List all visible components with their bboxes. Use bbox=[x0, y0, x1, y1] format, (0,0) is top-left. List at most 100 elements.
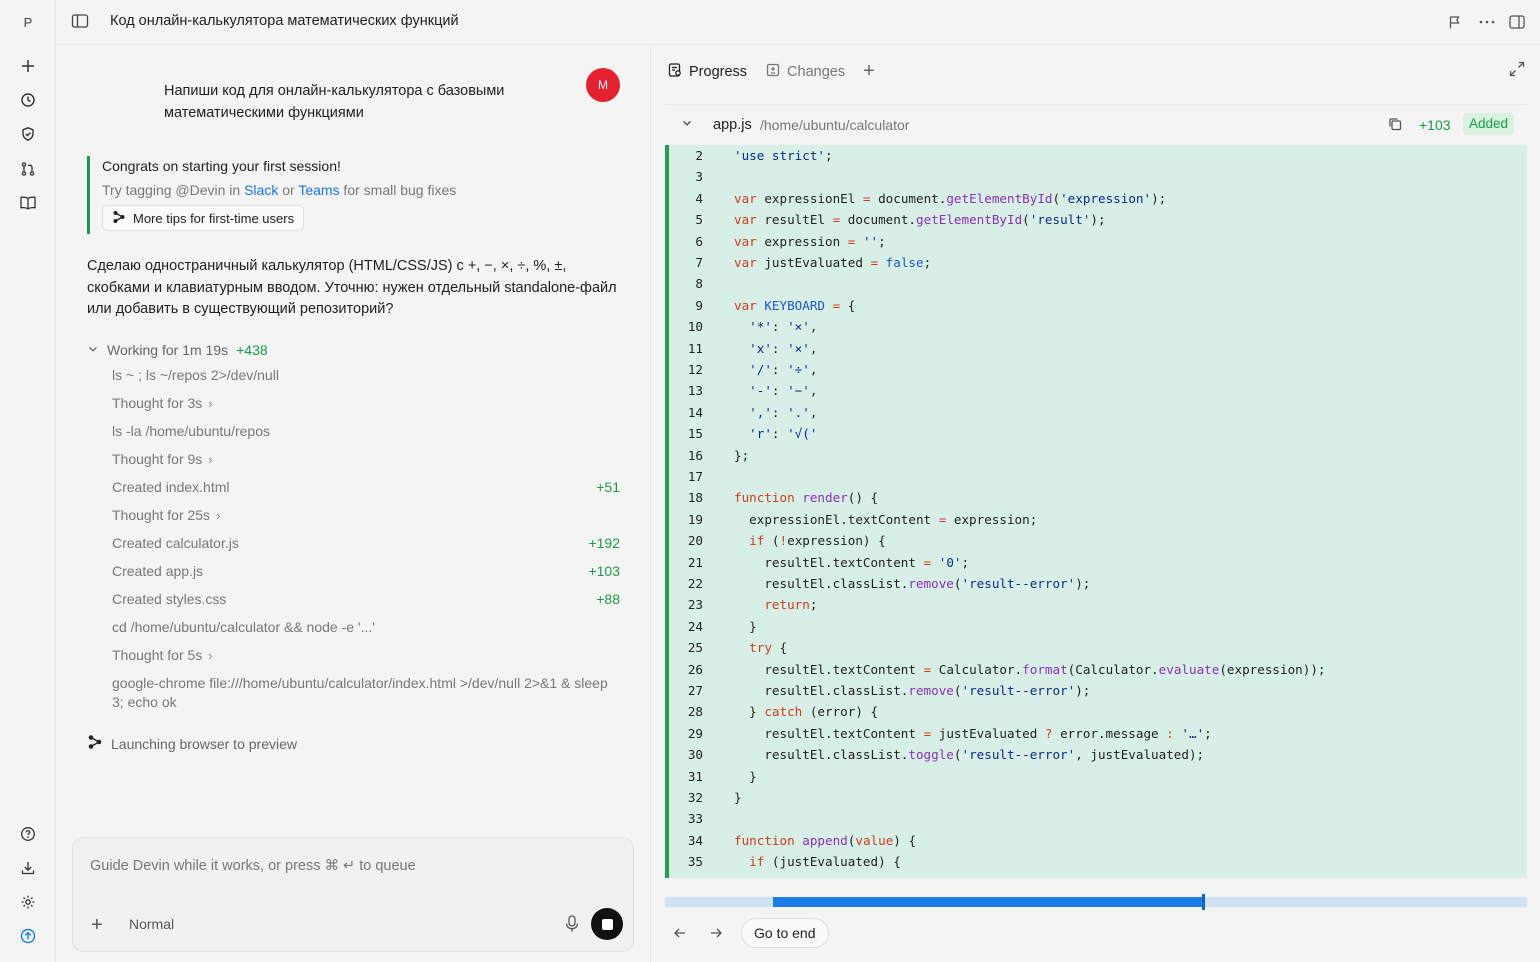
step-label: ls -la /home/ubuntu/repos bbox=[112, 423, 270, 439]
composer-input[interactable]: Guide Devin while it works, or press ⌘ ↵… bbox=[90, 858, 416, 874]
copy-icon[interactable] bbox=[1387, 116, 1405, 134]
code-text: var justEvaluated = false; bbox=[734, 255, 932, 270]
microphone-icon[interactable] bbox=[564, 914, 582, 936]
line-number: 5 bbox=[695, 212, 703, 228]
arrow-right-icon[interactable] bbox=[705, 922, 727, 944]
timeline-nav: Go to end bbox=[669, 918, 829, 948]
code-line: 8 bbox=[669, 273, 1527, 294]
code-line: 5 var resultEl = document.getElementById(… bbox=[669, 209, 1527, 230]
launching-label: Launching browser to preview bbox=[111, 735, 297, 752]
code-text: resultEl.textContent = justEvaluated ? e… bbox=[734, 725, 1212, 741]
clock-icon[interactable] bbox=[16, 88, 40, 112]
line-number: 20 bbox=[687, 533, 703, 549]
chevron-down-icon[interactable] bbox=[681, 117, 693, 132]
line-number: 15 bbox=[687, 426, 703, 442]
code-line: 21 resultEl.textContent = '0'; bbox=[669, 552, 1527, 573]
flag-icon[interactable] bbox=[1444, 11, 1466, 33]
agent-message: Сделаю одностраничный калькулятор (HTML/… bbox=[87, 258, 617, 317]
file-name: app.js bbox=[713, 117, 752, 133]
tab-progress[interactable]: Progress bbox=[667, 62, 747, 82]
step-label: Created app.js bbox=[112, 563, 204, 579]
add-tab-icon[interactable]: + bbox=[863, 60, 875, 83]
step-label: Created calculator.js bbox=[112, 535, 239, 551]
devin-logo-icon bbox=[87, 734, 103, 753]
code-text: return; bbox=[764, 597, 818, 613]
download-icon[interactable] bbox=[16, 856, 40, 880]
line-number: 13 bbox=[687, 383, 703, 399]
step-item: cd /home/ubuntu/calculator && node -e '.… bbox=[112, 618, 622, 637]
message-composer[interactable]: Guide Devin while it works, or press ⌘ ↵… bbox=[72, 837, 634, 952]
step-item[interactable]: Thought for 25s › bbox=[112, 506, 622, 525]
step-item: google-chrome file:///home/ubuntu/calcul… bbox=[112, 674, 622, 712]
code-line: 18 function render() { bbox=[669, 487, 1527, 508]
step-item: Created index.html +51 bbox=[112, 478, 622, 497]
attach-plus-icon[interactable]: + bbox=[91, 914, 103, 937]
code-text: try { bbox=[749, 640, 788, 656]
code-line: 25 try { bbox=[669, 637, 1527, 658]
step-item: ls ~ ; ls ~/repos 2>/dev/null bbox=[112, 366, 622, 385]
line-number: 2 bbox=[695, 148, 703, 163]
step-item: Created calculator.js +192 bbox=[112, 534, 622, 553]
step-item[interactable]: Thought for 3s › bbox=[112, 394, 622, 413]
teams-link[interactable]: Teams bbox=[298, 182, 339, 198]
code-text: '-': '−', bbox=[749, 383, 818, 399]
step-label: Thought for 5s bbox=[112, 647, 203, 663]
step-label: google-chrome file:///home/ubuntu/calcul… bbox=[112, 675, 608, 710]
gear-icon[interactable] bbox=[16, 890, 40, 914]
more-tips-button[interactable]: More tips for first-time users bbox=[102, 205, 305, 231]
help-icon[interactable] bbox=[16, 822, 40, 846]
arrow-left-icon[interactable] bbox=[669, 922, 691, 944]
tip-suffix: for small bug fixes bbox=[339, 182, 457, 198]
progress-icon bbox=[667, 62, 683, 82]
step-additions: +51 bbox=[596, 479, 620, 495]
tab-changes[interactable]: Changes bbox=[765, 62, 845, 82]
line-number: 19 bbox=[687, 511, 703, 527]
panel-tabs: Progress Changes + bbox=[667, 60, 875, 83]
code-text: var resultEl = document.getElementById('… bbox=[734, 212, 1106, 228]
stop-button[interactable] bbox=[591, 908, 623, 940]
avatar: M bbox=[586, 68, 620, 102]
line-number: 34 bbox=[687, 832, 703, 848]
step-item[interactable]: Thought for 9s › bbox=[112, 450, 622, 469]
line-number: 17 bbox=[687, 469, 703, 484]
panel-toggle-icon[interactable] bbox=[1506, 11, 1528, 33]
expand-icon[interactable] bbox=[1508, 60, 1526, 78]
line-number: 24 bbox=[687, 618, 703, 634]
code-line: 4 var expressionEl = document.getElementB… bbox=[669, 188, 1527, 209]
plus-icon[interactable] bbox=[16, 54, 40, 78]
code-line: 10 '*': '×', bbox=[669, 316, 1527, 337]
code-line: 34 function append(value) { bbox=[669, 830, 1527, 851]
icon-rail: P bbox=[0, 0, 56, 962]
changes-icon bbox=[765, 62, 781, 82]
timeline-scrubber[interactable] bbox=[665, 894, 1527, 910]
file-header[interactable]: app.js /home/ubuntu/calculator +103 Adde… bbox=[665, 104, 1527, 144]
code-text: '*': '×', bbox=[749, 319, 818, 335]
working-toggle[interactable]: Working for 1m 19s +438 bbox=[87, 342, 268, 358]
tip-box: Congrats on starting your first session!… bbox=[87, 156, 507, 234]
workspace-switcher[interactable]: P bbox=[16, 10, 40, 34]
line-number: 18 bbox=[687, 490, 703, 506]
chevron-down-icon bbox=[87, 342, 99, 358]
mode-selector[interactable]: Normal bbox=[129, 916, 174, 932]
code-line: 30 resultEl.classList.toggle('result--er… bbox=[669, 744, 1527, 765]
code-text: var KEYBOARD = { bbox=[734, 297, 856, 313]
book-icon[interactable] bbox=[16, 191, 40, 215]
upgrade-icon[interactable] bbox=[16, 924, 40, 948]
shield-icon[interactable] bbox=[16, 122, 40, 146]
timeline-handle[interactable] bbox=[1201, 894, 1205, 910]
git-pr-icon[interactable] bbox=[16, 157, 40, 181]
step-item: ls -la /home/ubuntu/repos bbox=[112, 422, 622, 441]
code-line: 12 '/': '÷', bbox=[669, 359, 1527, 380]
timeline-progress bbox=[772, 897, 1204, 907]
step-item[interactable]: Thought for 5s › bbox=[112, 646, 622, 665]
stop-icon bbox=[601, 918, 613, 930]
line-number: 9 bbox=[695, 297, 703, 313]
line-number: 23 bbox=[687, 597, 703, 613]
slack-link[interactable]: Slack bbox=[244, 182, 278, 198]
go-to-end-button[interactable]: Go to end bbox=[741, 918, 829, 948]
step-label: cd /home/ubuntu/calculator && node -e '.… bbox=[112, 619, 375, 635]
more-icon[interactable] bbox=[1476, 11, 1498, 33]
sidebar-toggle-icon[interactable] bbox=[70, 11, 92, 33]
code-text: function append(value) { bbox=[734, 832, 917, 848]
chevron-right-icon: › bbox=[208, 648, 213, 663]
